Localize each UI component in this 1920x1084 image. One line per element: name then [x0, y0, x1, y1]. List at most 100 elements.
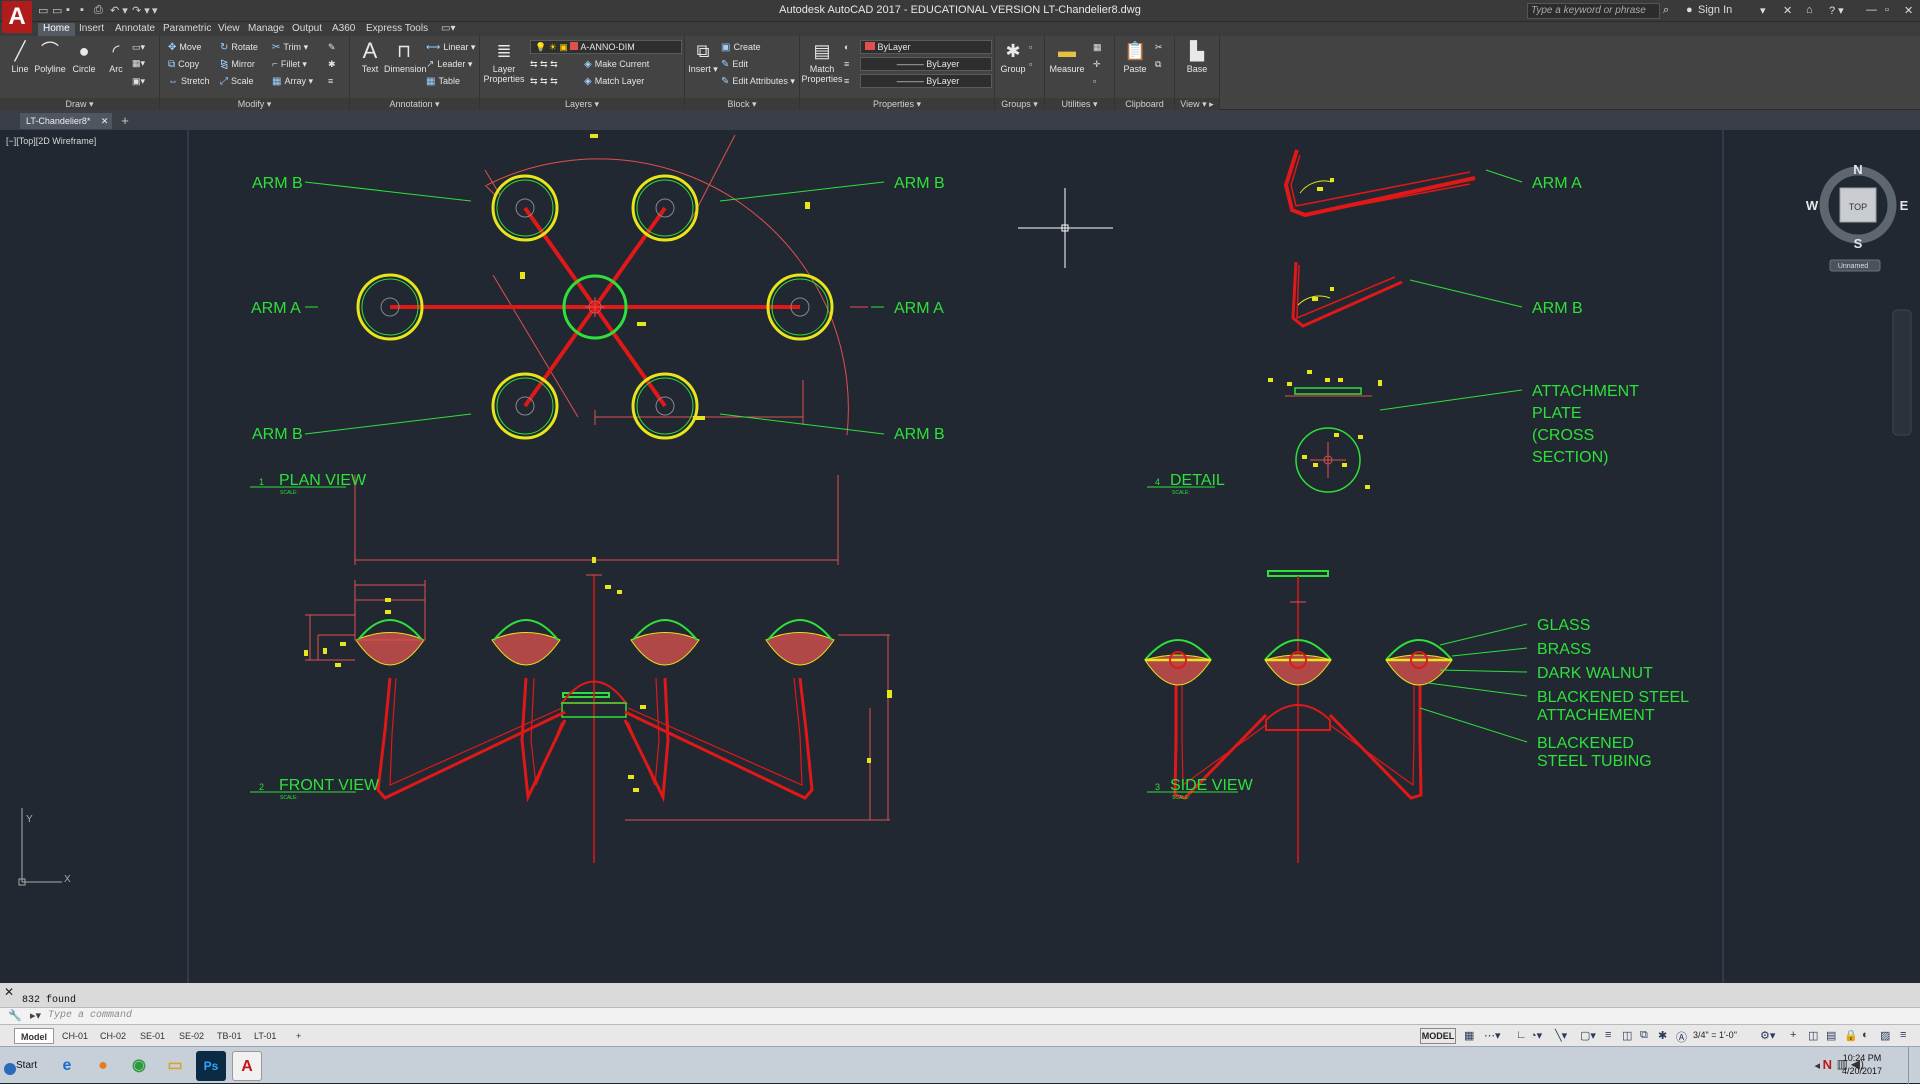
- panel-annotation-title[interactable]: Annotation ▾: [350, 98, 479, 110]
- trim-tool[interactable]: ✂ Trim ▾: [272, 40, 308, 54]
- grid-icon[interactable]: ▦: [1464, 1029, 1474, 1042]
- viewcube[interactable]: TOP N S E W Unnamed: [1803, 162, 1913, 304]
- transparency-icon[interactable]: ◫: [1622, 1029, 1632, 1042]
- help-icon[interactable]: ? ▾: [1829, 4, 1844, 17]
- measure-tool[interactable]: ▬ Measure: [1047, 40, 1087, 74]
- autocad-app-button[interactable]: A: [2, 1, 32, 33]
- rotate-tool[interactable]: ↻ Rotate: [220, 40, 258, 54]
- id-point-icon[interactable]: ✛: [1093, 57, 1101, 71]
- command-input[interactable]: Type a command: [48, 1010, 132, 1021]
- tab-annotate[interactable]: Annotate: [110, 23, 160, 36]
- match-properties-tool[interactable]: ▤ Match Properties: [800, 40, 844, 84]
- sign-in-link[interactable]: Sign In: [1698, 4, 1732, 16]
- chrome-icon[interactable]: ◉: [124, 1051, 154, 1081]
- tab-parametric[interactable]: Parametric: [158, 23, 216, 36]
- tab-express-tools[interactable]: Express Tools: [361, 23, 433, 36]
- file-explorer-icon[interactable]: ▭: [160, 1051, 190, 1081]
- close-command-line-icon[interactable]: ✕: [4, 985, 18, 999]
- layer-tools-row2-icon[interactable]: ⇆ ⇆ ⇆: [530, 74, 558, 88]
- ortho-icon[interactable]: ∟: [1516, 1029, 1527, 1041]
- close-window-icon[interactable]: ✕: [1904, 4, 1913, 17]
- explode-icon[interactable]: ✱: [328, 57, 336, 71]
- units-icon[interactable]: ◫: [1808, 1029, 1818, 1042]
- layout-tab-tb01[interactable]: TB-01: [211, 1028, 248, 1044]
- arc-tool[interactable]: ◜ Arc: [98, 40, 134, 74]
- panel-groups-title[interactable]: Groups ▾: [995, 98, 1044, 110]
- tab-insert[interactable]: Insert: [74, 23, 109, 36]
- table-tool[interactable]: ▦ Table: [426, 74, 460, 88]
- a360-icon[interactable]: ⌂: [1806, 4, 1813, 16]
- fillet-tool[interactable]: ⌐ Fillet ▾: [272, 57, 307, 71]
- layer-dropdown[interactable]: 💡 ☀ ▣ A-ANNO-DIM: [530, 40, 682, 54]
- insert-tool[interactable]: ⧉ Insert ▾: [685, 40, 721, 75]
- group-tool[interactable]: ✱ Group: [995, 40, 1031, 74]
- viewport-controls[interactable]: [−][Top][2D Wireframe]: [6, 136, 96, 146]
- leader-tool[interactable]: ↗ Leader ▾: [426, 57, 472, 71]
- tray-app-icon[interactable]: N: [1823, 1057, 1832, 1072]
- base-view-tool[interactable]: ▙ Base: [1179, 40, 1215, 74]
- layout-tab-ch02[interactable]: CH-02: [94, 1028, 132, 1044]
- isolate-objects-icon[interactable]: ◐: [1862, 1029, 1869, 1041]
- layout-tab-model[interactable]: Model: [14, 1028, 54, 1044]
- quick-properties-icon[interactable]: ▤: [1826, 1029, 1836, 1042]
- copy-tool[interactable]: ⧉ Copy: [168, 57, 199, 71]
- mirror-tool[interactable]: ⧎ Mirror: [220, 57, 255, 71]
- tab-a360[interactable]: A360: [327, 23, 360, 36]
- panel-properties-title[interactable]: Properties ▾: [800, 98, 994, 110]
- exchange-icon[interactable]: ✕: [1783, 4, 1792, 17]
- panel-utilities-title[interactable]: Utilities ▾: [1045, 98, 1114, 110]
- annotation-visibility-icon[interactable]: ✱: [1658, 1029, 1667, 1042]
- erase-icon[interactable]: ✎: [328, 40, 336, 54]
- search-icon[interactable]: ⌕: [1663, 4, 1669, 17]
- customization-menu-icon[interactable]: ≡: [1900, 1029, 1906, 1041]
- layer-properties-tool[interactable]: ≣ Layer Properties: [482, 40, 526, 84]
- offset-icon[interactable]: ≡: [328, 74, 333, 88]
- panel-block-title[interactable]: Block ▾: [685, 98, 799, 110]
- make-current-tool[interactable]: ◈ Make Current: [584, 57, 649, 71]
- edit-block-tool[interactable]: ✎ Edit: [721, 57, 748, 71]
- scale-tool[interactable]: ⤢ Scale: [220, 74, 254, 88]
- autocad-taskbar-icon[interactable]: A: [232, 1051, 262, 1081]
- osnap-icon[interactable]: ▢▾: [1580, 1029, 1596, 1042]
- lineweight-dropdown[interactable]: ——— ByLayer: [860, 74, 992, 88]
- polyline-tool[interactable]: ⌒ Polyline: [32, 40, 68, 74]
- linear-tool[interactable]: ⟷ Linear ▾: [426, 40, 475, 54]
- layout-tab-ch01[interactable]: CH-01: [56, 1028, 94, 1044]
- layout-tab-se01[interactable]: SE-01: [134, 1028, 171, 1044]
- linetype-dropdown[interactable]: ——— ByLayer: [860, 57, 992, 71]
- array-tool[interactable]: ▦ Array ▾: [272, 74, 313, 88]
- tab-home[interactable]: Home: [38, 23, 75, 36]
- layout-tab-se02[interactable]: SE-02: [173, 1028, 210, 1044]
- panel-layers-title[interactable]: Layers ▾: [480, 98, 684, 110]
- annotation-scale-icon[interactable]: Ⓐ: [1676, 1029, 1687, 1045]
- ribbon-options-icon[interactable]: ▭▾: [436, 23, 460, 36]
- command-line[interactable]: 🔧 ▸▾ Type a command: [0, 1007, 1920, 1024]
- text-tool[interactable]: A Text: [352, 40, 388, 75]
- recent-commands-icon[interactable]: ▸▾: [30, 1009, 41, 1022]
- snap-icon[interactable]: ⋯▾: [1484, 1029, 1501, 1042]
- panel-draw-title[interactable]: Draw ▾: [0, 98, 159, 110]
- add-layout-button[interactable]: +: [290, 1028, 307, 1044]
- start-button[interactable]: Start: [2, 1053, 40, 1079]
- photoshop-icon[interactable]: Ps: [196, 1051, 226, 1081]
- user-icon[interactable]: ●: [1686, 4, 1693, 16]
- edit-attributes-tool[interactable]: ✎ Edit Attributes ▾: [721, 74, 795, 88]
- match-layer-tool[interactable]: ◈ Match Layer: [584, 74, 644, 88]
- paste-tool[interactable]: 📋 Paste: [1117, 40, 1153, 74]
- ungroup-icon[interactable]: ▫: [1029, 40, 1032, 54]
- stretch-tool[interactable]: ⇔ Stretch: [168, 74, 210, 88]
- document-tab[interactable]: LT-Chandelier8* ✕: [20, 113, 112, 129]
- workspace-icon[interactable]: ⚙▾: [1760, 1029, 1775, 1042]
- tab-manage[interactable]: Manage: [243, 23, 289, 36]
- firefox-icon[interactable]: ●: [88, 1051, 118, 1081]
- annotation-scale-dropdown[interactable]: 3/4" = 1'-0": [1693, 1030, 1737, 1040]
- tray-arrow-icon[interactable]: ◂: [1814, 1059, 1820, 1072]
- maximize-icon[interactable]: ▫: [1885, 4, 1889, 16]
- circle-tool[interactable]: ● Circle: [66, 40, 102, 74]
- search-input[interactable]: Type a keyword or phrase: [1527, 3, 1660, 19]
- minimize-icon[interactable]: —: [1866, 4, 1877, 16]
- cad-drawing[interactable]: ARM B ARM B ARM A ARM A ARM B ARM B 1 PL…: [0, 130, 1920, 983]
- tab-view[interactable]: View: [213, 23, 245, 36]
- wrench-icon[interactable]: 🔧: [8, 1009, 22, 1022]
- drawing-canvas[interactable]: ARM B ARM B ARM A ARM A ARM B ARM B 1 PL…: [0, 130, 1920, 983]
